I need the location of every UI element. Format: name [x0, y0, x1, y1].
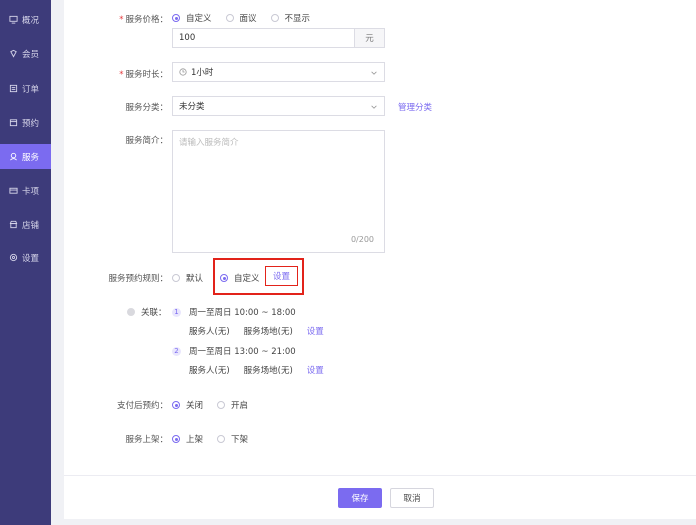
sidebar-item-orders[interactable]: 订单	[0, 76, 51, 101]
calendar-icon	[8, 118, 18, 128]
sidebar-item-booking[interactable]: 预约	[0, 110, 51, 135]
rule-custom-group: 自定义	[220, 272, 266, 284]
after-pay-options: 关闭 开启	[172, 399, 262, 411]
rule-setting-box: 设置	[265, 266, 298, 286]
duration-label: * 服务时长：	[119, 70, 168, 80]
intro-placeholder: 请输入服务简介	[179, 138, 239, 148]
rule-option-default[interactable]: 默认	[172, 272, 203, 284]
price-label: * 服务价格：	[119, 15, 168, 25]
sidebar-item-label: 概况	[22, 15, 40, 26]
category-select[interactable]: 未分类	[172, 96, 385, 116]
relation-item-1-time: 1 周一至周日 10:00 ~ 18:00	[172, 306, 296, 318]
sidebar-item-label: 设置	[22, 253, 40, 264]
relation-item-2-number: 2	[172, 346, 181, 356]
sidebar-item-label: 店铺	[22, 220, 40, 231]
relation-item-1-setting-link[interactable]: 设置	[307, 325, 324, 337]
diamond-icon	[8, 49, 18, 59]
cancel-button[interactable]: 取消	[390, 488, 434, 508]
rule-option-custom[interactable]: 自定义	[220, 272, 260, 284]
list-icon	[8, 84, 18, 94]
after-pay-option-off[interactable]: 关闭	[172, 399, 203, 411]
sidebar-item-label: 服务	[22, 152, 40, 163]
shelf-options: 上架 下架	[172, 433, 262, 445]
shelf-label: 服务上架：	[125, 435, 168, 445]
after-pay-label: 支付后预约：	[116, 401, 168, 411]
rule-label: 服务预约规则：	[108, 274, 168, 284]
chevron-down-icon	[371, 105, 377, 109]
save-button[interactable]: 保存	[338, 488, 382, 508]
price-option-hidden[interactable]: 不显示	[270, 12, 310, 24]
relation-item-2-setting-link[interactable]: 设置	[307, 364, 324, 376]
sidebar-item-label: 订单	[22, 84, 40, 95]
sidebar-item-label: 会员	[22, 49, 40, 60]
sidebar: 概况 会员 订单 预约 服务 卡项 店铺 设置	[0, 0, 51, 525]
card-icon	[8, 186, 18, 196]
relation-item-2-details: 服务人(无) 服务场地(无) 设置	[189, 364, 324, 376]
sidebar-item-store[interactable]: 店铺	[0, 212, 51, 237]
price-option-custom[interactable]: 自定义	[172, 12, 212, 24]
sidebar-item-members[interactable]: 会员	[0, 41, 51, 66]
relation-item-2-time: 2 周一至周日 13:00 ~ 21:00	[172, 345, 296, 357]
monitor-icon	[8, 15, 18, 25]
sidebar-item-label: 预约	[22, 118, 40, 129]
relation-item-2-place: 服务场地(无)	[243, 366, 293, 376]
relation-item-1-place: 服务场地(无)	[243, 327, 293, 337]
rule-setting-link[interactable]: 设置	[273, 270, 290, 282]
relation-item-2-staff: 服务人(无)	[189, 366, 230, 376]
intro-label: 服务简介：	[125, 136, 168, 146]
chevron-down-icon	[371, 71, 377, 75]
relation-toggle[interactable]: 关联：	[127, 306, 167, 318]
shelf-option-off[interactable]: 下架	[217, 433, 248, 445]
duration-value: 1小时	[191, 68, 214, 78]
intro-counter: 0/200	[350, 235, 374, 244]
relation-item-1-number: 1	[172, 307, 181, 317]
sidebar-item-cards[interactable]: 卡项	[0, 178, 51, 203]
manage-category-link[interactable]: 管理分类	[398, 101, 432, 113]
clock-icon	[179, 68, 187, 76]
intro-textarea[interactable]: 请输入服务简介 0/200	[172, 130, 385, 253]
relation-item-1-staff: 服务人(无)	[189, 327, 230, 337]
service-form: * 服务价格： 自定义 面议 不显示 100 元 * 服务时长： 1小时 服务分类：…	[64, 0, 696, 475]
price-options: 自定义 面议 不显示	[172, 12, 324, 24]
category-label: 服务分类：	[125, 103, 168, 113]
gear-icon	[8, 253, 18, 263]
service-icon	[8, 152, 18, 162]
after-pay-option-on[interactable]: 开启	[217, 399, 248, 411]
price-unit: 元	[354, 28, 385, 48]
sidebar-item-label: 卡项	[22, 186, 40, 197]
relation-label: 关联：	[127, 306, 167, 318]
sidebar-item-overview[interactable]: 概况	[0, 7, 51, 32]
shelf-option-on[interactable]: 上架	[172, 433, 203, 445]
price-option-negotiable[interactable]: 面议	[225, 12, 257, 24]
relation-item-1-details: 服务人(无) 服务场地(无) 设置	[189, 325, 324, 337]
sidebar-item-service[interactable]: 服务	[0, 144, 51, 169]
store-icon	[8, 220, 18, 230]
price-input[interactable]: 100	[172, 28, 355, 48]
duration-select[interactable]: 1小时	[172, 62, 385, 82]
form-footer: 保存 取消	[64, 475, 696, 519]
category-value: 未分类	[179, 102, 205, 112]
sidebar-item-settings[interactable]: 设置	[0, 245, 51, 270]
